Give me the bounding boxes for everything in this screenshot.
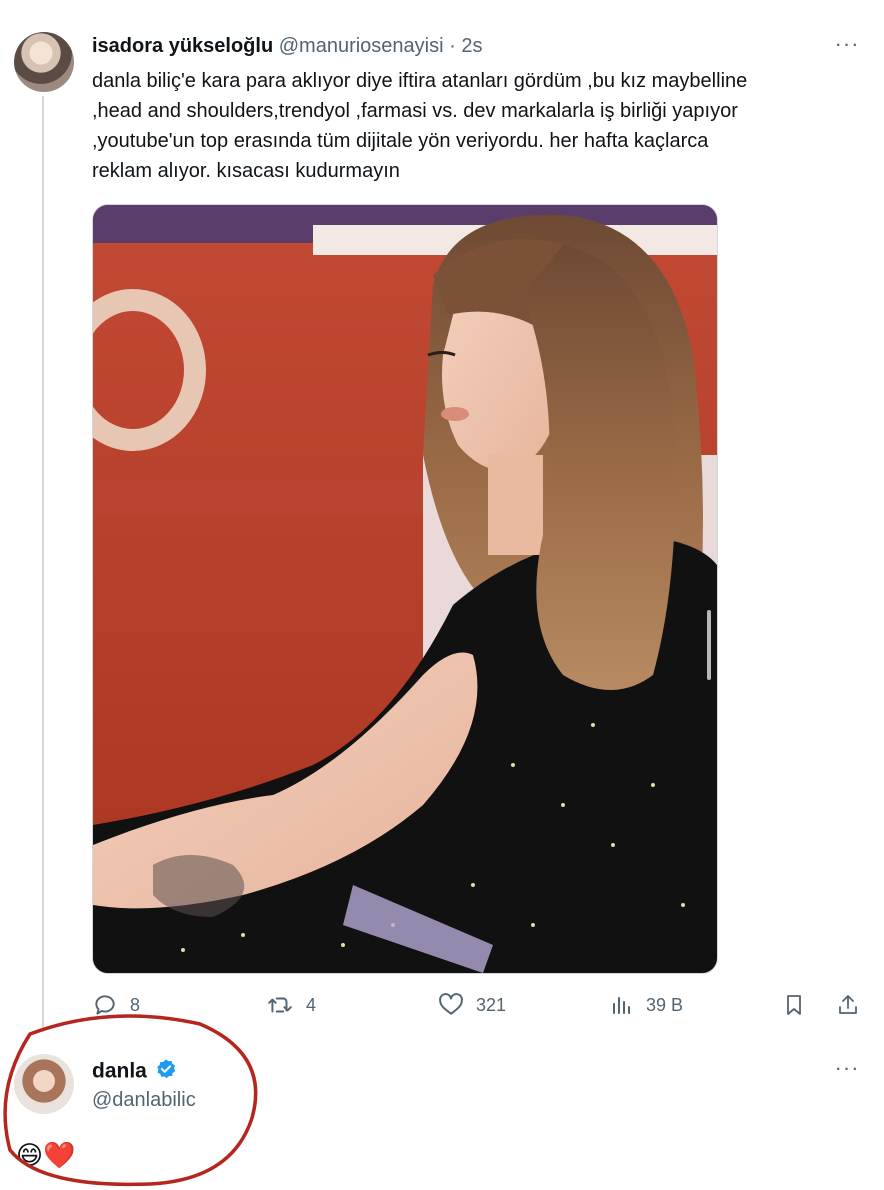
reply-author-avatar[interactable] (14, 1054, 74, 1114)
reply-text: 😄❤️ (16, 1140, 76, 1170)
bookmark-button[interactable] (782, 988, 806, 1022)
header-separator: · (449, 35, 456, 57)
tweet-text-line: ,youtube'un top erasında tüm dijitale yö… (92, 130, 709, 152)
thread-connector-line (42, 96, 44, 1032)
analytics-icon (613, 997, 630, 1014)
views-button[interactable]: 39 B (610, 988, 683, 1022)
reply-more-options-icon[interactable]: ··· (832, 1057, 862, 1080)
tweet-photo[interactable] (92, 204, 718, 974)
retweet-icon (268, 997, 292, 1013)
tweet-text: danla biliç'e kara para aklıyor diye ift… (92, 66, 842, 186)
share-button[interactable] (836, 988, 860, 1022)
reply-icon (95, 995, 115, 1015)
tweet-text-line: ,head and shoulders,trendyol ,farmasi vs… (92, 100, 738, 122)
tweet-header: isadora yükseloğlu @manuriosenayisi · 2s (92, 34, 482, 58)
tweet-action-bar: 8 4 321 39 B (92, 988, 862, 1022)
like-button[interactable]: 321 (438, 988, 506, 1022)
retweet-button[interactable]: 4 (266, 988, 316, 1022)
reply-count: 8 (130, 994, 141, 1015)
author-name[interactable]: isadora yükseloğlu (92, 35, 273, 57)
photo-woman-portrait-icon (93, 205, 717, 973)
image-scrollbar[interactable] (707, 610, 711, 680)
author-handle[interactable]: @manuriosenayisi (279, 35, 444, 57)
like-count: 321 (476, 994, 507, 1015)
bookmark-icon (787, 995, 801, 1015)
reply-header: danla (92, 1058, 177, 1085)
heart-icon (439, 993, 463, 1015)
tweet-timestamp[interactable]: 2s (461, 35, 482, 57)
retweet-count: 4 (306, 994, 317, 1015)
verified-badge-icon (155, 1058, 177, 1085)
tweet-text-line: reklam alıyor. kısacası kudurmayın (92, 160, 400, 182)
reply-button[interactable]: 8 (92, 988, 140, 1022)
author-avatar[interactable] (14, 32, 74, 92)
more-options-icon[interactable]: ··· (832, 33, 862, 56)
share-icon (839, 995, 857, 1014)
reply-author-handle[interactable]: @danlabilic (92, 1088, 196, 1112)
reply-author-name[interactable]: danla (92, 1060, 147, 1083)
views-count: 39 B (646, 994, 684, 1015)
tweet-text-line: danla biliç'e kara para aklıyor diye ift… (92, 70, 748, 92)
